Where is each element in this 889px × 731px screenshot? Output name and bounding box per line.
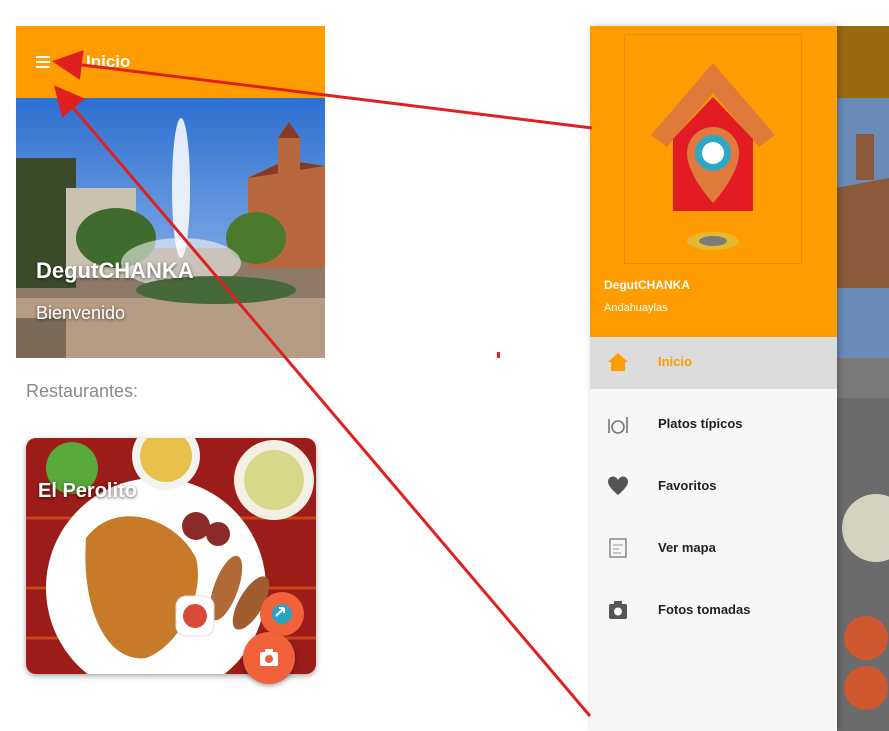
camera-icon (609, 601, 627, 619)
nav-item-label: Fotos tomadas (658, 602, 751, 617)
app-logo (624, 34, 802, 264)
drawer-location: Andahuaylas (604, 302, 668, 314)
nav-item-favoritos[interactable]: Favoritos (590, 461, 837, 513)
background-screen-edge (836, 26, 889, 731)
share-button[interactable] (260, 592, 304, 636)
drawer-header: DegutCHANKA Andahuaylas (590, 26, 837, 352)
share-icon (272, 604, 292, 624)
nav-item-ver-mapa[interactable]: Ver mapa (590, 523, 837, 575)
hamburger-menu-icon[interactable] (36, 56, 50, 68)
restaurant-name: El Perolito (38, 480, 137, 502)
nav-item-inicio[interactable]: Inicio (590, 337, 837, 389)
nav-item-label: Ver mapa (658, 540, 716, 555)
nav-item-platos-tipicos[interactable]: Platos típicos (590, 399, 837, 451)
heart-icon (608, 476, 628, 495)
nav-item-label: Platos típicos (658, 416, 743, 431)
map-icon (609, 538, 627, 558)
restaurants-heading: Restaurantes: (26, 381, 139, 401)
annotation-mark (497, 352, 500, 358)
nav-item-label: Favoritos (658, 478, 717, 493)
hero-app-name: DegutCHANKA (36, 258, 194, 283)
dish-icon (608, 417, 628, 434)
camera-icon (260, 649, 278, 666)
nav-item-label: Inicio (658, 354, 692, 369)
house-location-pin-logo (651, 63, 775, 250)
hero-welcome-text: Bienvenido (36, 303, 126, 323)
nav-item-fotos-tomadas[interactable]: Fotos tomadas (590, 585, 837, 637)
camera-button[interactable] (243, 632, 295, 684)
home-icon (608, 353, 628, 371)
drawer-app-name: DegutCHANKA (604, 278, 690, 292)
app-bar-title: Inicio (86, 52, 131, 71)
hero-banner: DegutCHANKA Bienvenido (16, 98, 325, 358)
app-bar: Inicio (16, 26, 325, 98)
